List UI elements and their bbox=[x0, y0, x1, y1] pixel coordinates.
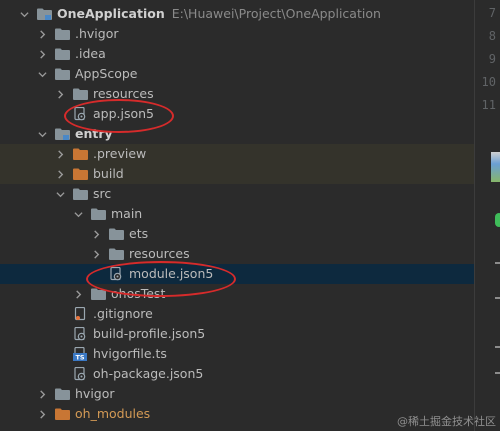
tree-row-build[interactable]: build bbox=[0, 164, 474, 184]
tree-item-label: src bbox=[93, 186, 112, 201]
folder-icon bbox=[54, 47, 70, 61]
tree-row-module-json5[interactable]: module.json5 bbox=[0, 264, 474, 284]
tree-row-hvigor[interactable]: hvigor bbox=[0, 384, 474, 404]
gutter-marker bbox=[495, 297, 500, 299]
chevron-right-icon[interactable] bbox=[54, 88, 66, 100]
tree-item-label: .preview bbox=[93, 146, 147, 161]
tree-row-src[interactable]: src bbox=[0, 184, 474, 204]
chevron-right-icon[interactable] bbox=[90, 248, 102, 260]
gutter-marker bbox=[495, 372, 500, 374]
image-preview-thumbnail[interactable] bbox=[491, 152, 500, 182]
tree-row-entry[interactable]: entry bbox=[0, 124, 474, 144]
line-number: 8 bbox=[488, 29, 496, 43]
tree-row-idea[interactable]: .idea bbox=[0, 44, 474, 64]
chevron-down-icon[interactable] bbox=[18, 8, 30, 20]
tree-item-label: oh_modules bbox=[75, 406, 151, 421]
json5-file-icon bbox=[108, 267, 124, 281]
editor-gutter: 7 8 9 10 11 bbox=[474, 0, 500, 431]
tree-row-preview[interactable]: .preview bbox=[0, 144, 474, 164]
svg-text:TS: TS bbox=[75, 354, 84, 362]
chevron-down-icon[interactable] bbox=[36, 68, 48, 80]
tree-item-label: ets bbox=[129, 226, 149, 241]
tree-item-label: build bbox=[93, 166, 124, 181]
chevron-down-icon[interactable] bbox=[54, 188, 66, 200]
watermark: @稀土掘金技术社区 bbox=[397, 415, 496, 428]
folder-icon bbox=[108, 247, 124, 261]
line-number: 10 bbox=[481, 75, 496, 89]
project-path: E:\Huawei\Project\OneApplication bbox=[171, 6, 381, 21]
excluded-folder-icon bbox=[72, 147, 88, 161]
gutter-marker bbox=[495, 262, 500, 264]
tree-item-label: .hvigor bbox=[75, 26, 119, 41]
tree-item-label: hvigorfile.ts bbox=[93, 346, 167, 361]
tree-row-resources[interactable]: resources bbox=[0, 244, 474, 264]
chevron-right-icon[interactable] bbox=[54, 148, 66, 160]
chevron-right-icon[interactable] bbox=[36, 408, 48, 420]
project-tree: OneApplication E:\Huawei\Project\OneAppli… bbox=[0, 4, 474, 424]
gutter-marker bbox=[495, 346, 500, 348]
tree-item-label: app.json5 bbox=[93, 106, 155, 121]
chevron-down-icon[interactable] bbox=[36, 128, 48, 140]
module-folder-icon bbox=[36, 7, 52, 21]
tree-row-oh-package-json5[interactable]: oh-package.json5 bbox=[0, 364, 474, 384]
tree-item-label: build-profile.json5 bbox=[93, 326, 206, 341]
tree-item-label: ohosTest bbox=[111, 286, 166, 301]
json5-file-icon bbox=[72, 367, 88, 381]
excluded-folder-icon bbox=[54, 407, 70, 421]
tree-row-hvigor[interactable]: .hvigor bbox=[0, 24, 474, 44]
tree-item-label: resources bbox=[93, 86, 154, 101]
chevron-right-icon[interactable] bbox=[36, 48, 48, 60]
line-number: 9 bbox=[488, 52, 496, 66]
folder-icon bbox=[90, 287, 106, 301]
tree-item-label: main bbox=[111, 206, 143, 221]
chevron-right-icon[interactable] bbox=[36, 28, 48, 40]
excluded-folder-icon bbox=[72, 167, 88, 181]
tree-row-ohostest[interactable]: ohosTest bbox=[0, 284, 474, 304]
chevron-right-icon[interactable] bbox=[54, 168, 66, 180]
tree-item-label: module.json5 bbox=[129, 266, 214, 281]
status-indicator bbox=[495, 213, 500, 227]
tree-item-label: entry bbox=[75, 126, 113, 141]
folder-icon bbox=[72, 87, 88, 101]
tree-row-main[interactable]: main bbox=[0, 204, 474, 224]
tree-row-hvigorfile-ts[interactable]: TS hvigorfile.ts bbox=[0, 344, 474, 364]
tree-row-gitignore[interactable]: .gitignore bbox=[0, 304, 474, 324]
json5-file-icon bbox=[72, 327, 88, 341]
tree-item-label: .idea bbox=[75, 46, 106, 61]
gitignore-file-icon bbox=[72, 307, 88, 321]
tree-item-label: oh-package.json5 bbox=[93, 366, 204, 381]
json5-file-icon bbox=[72, 107, 88, 121]
tree-row-appscope[interactable]: AppScope bbox=[0, 64, 474, 84]
tree-item-label: resources bbox=[129, 246, 190, 261]
typescript-file-icon: TS bbox=[72, 347, 88, 361]
module-folder-icon bbox=[54, 127, 70, 141]
tree-item-label: .gitignore bbox=[93, 306, 153, 321]
tree-item-label: AppScope bbox=[75, 66, 138, 81]
chevron-down-icon[interactable] bbox=[72, 208, 84, 220]
line-number: 11 bbox=[481, 98, 496, 112]
line-number: 7 bbox=[488, 6, 496, 20]
tree-row-resources[interactable]: resources bbox=[0, 84, 474, 104]
chevron-right-icon[interactable] bbox=[90, 228, 102, 240]
tree-item-label: OneApplication bbox=[57, 6, 165, 21]
folder-icon bbox=[90, 207, 106, 221]
chevron-right-icon[interactable] bbox=[36, 388, 48, 400]
tree-row-ets[interactable]: ets bbox=[0, 224, 474, 244]
tree-row-oneapplication[interactable]: OneApplication E:\Huawei\Project\OneAppli… bbox=[0, 4, 474, 24]
folder-icon bbox=[54, 27, 70, 41]
tree-item-label: hvigor bbox=[75, 386, 115, 401]
tree-row-build-profile-json5[interactable]: build-profile.json5 bbox=[0, 324, 474, 344]
folder-icon bbox=[54, 387, 70, 401]
chevron-right-icon[interactable] bbox=[72, 288, 84, 300]
folder-icon bbox=[108, 227, 124, 241]
folder-icon bbox=[72, 187, 88, 201]
tree-row-app-json5[interactable]: app.json5 bbox=[0, 104, 474, 124]
folder-icon bbox=[54, 67, 70, 81]
